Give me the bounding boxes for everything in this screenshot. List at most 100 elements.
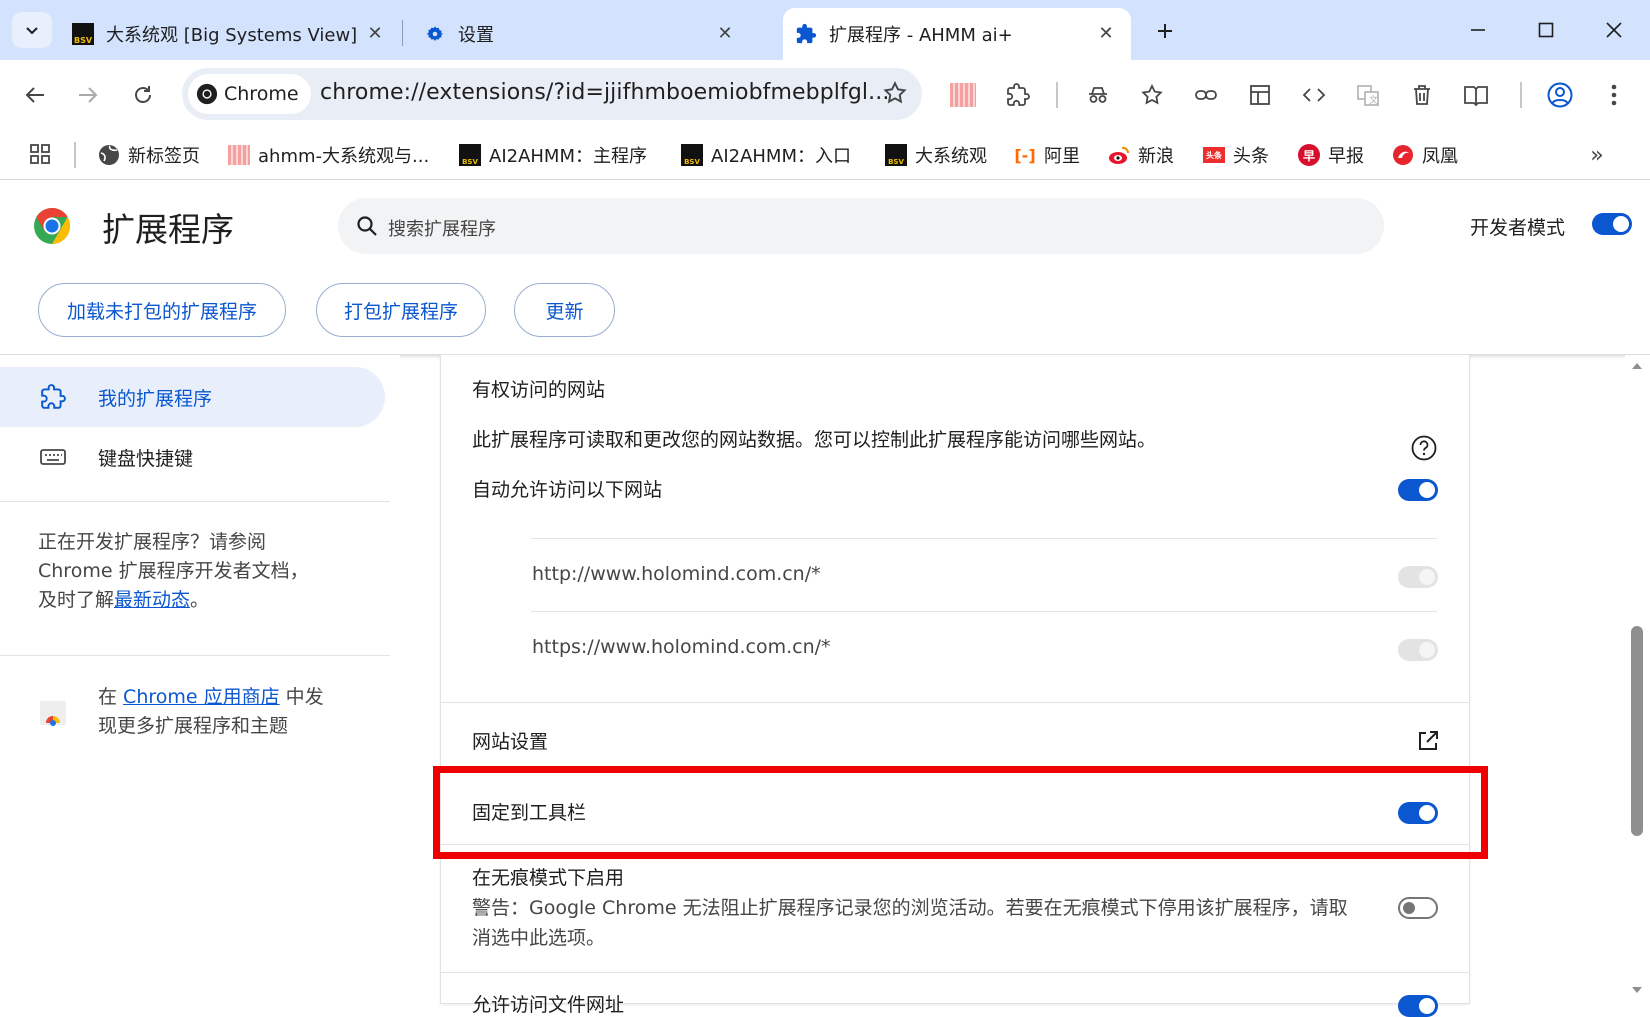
- help-icon[interactable]: [1411, 435, 1437, 461]
- tab-title: 扩展程序 - AHMM ai+: [829, 25, 1013, 46]
- row-divider: [531, 611, 1437, 612]
- ifeng-icon: [1392, 144, 1414, 166]
- minimize-button[interactable]: [1460, 14, 1496, 46]
- pack-extension-button[interactable]: 打包扩展程序: [316, 283, 486, 337]
- forward-button[interactable]: [70, 77, 106, 113]
- plus-icon: [1158, 24, 1172, 38]
- bookmark-ifeng[interactable]: 凤凰: [1392, 140, 1458, 170]
- web-store-prefix: 在: [98, 686, 124, 708]
- bookmark-label: 新标签页: [128, 146, 200, 167]
- site-url: https://www.holomind.com.cn/*: [532, 636, 831, 658]
- tab-extensions[interactable]: 扩展程序 - AHMM ai+ ✕: [783, 8, 1131, 60]
- chrome-site-chip[interactable]: Chrome: [188, 74, 311, 114]
- close-icon[interactable]: ✕: [364, 22, 386, 44]
- bookmark-big-systems[interactable]: BSV 大系统观: [885, 140, 987, 170]
- bookmark-toutiao[interactable]: 头条 头条: [1203, 140, 1269, 170]
- open-in-new-icon[interactable]: [1416, 729, 1440, 753]
- scroll-down-icon[interactable]: [1631, 985, 1643, 995]
- translate-icon: 文: [1357, 85, 1379, 106]
- ahmm-icon: [228, 144, 250, 166]
- row-divider: [531, 538, 1437, 539]
- menu-button[interactable]: [1596, 77, 1632, 113]
- copy-link-button[interactable]: [1188, 77, 1224, 113]
- web-store-icon: [40, 701, 66, 726]
- tab-strip: BSV 大系统观 [Big Systems View] ✕ 设置 ✕ 扩展程序 …: [0, 0, 1650, 60]
- toolbar: Chrome chrome://extensions/?id=jjifhmboe…: [0, 60, 1650, 130]
- update-button[interactable]: 更新: [514, 283, 615, 337]
- minimize-icon: [1471, 29, 1485, 31]
- new-tab-button[interactable]: [1150, 16, 1180, 46]
- bsv-icon: BSV: [885, 144, 907, 166]
- developer-note-prefix: 及时了解: [38, 589, 115, 611]
- site-toggle[interactable]: [1398, 566, 1438, 588]
- maximize-icon: [1538, 22, 1554, 38]
- weibo-icon: [1108, 144, 1130, 166]
- incognito-toggle[interactable]: [1398, 897, 1438, 919]
- close-window-button[interactable]: [1596, 14, 1632, 46]
- apps-button[interactable]: [28, 142, 52, 166]
- tab-title: 设置: [458, 25, 494, 46]
- bookmark-sina[interactable]: 新浪: [1108, 140, 1174, 170]
- site-toggle[interactable]: [1398, 639, 1438, 661]
- ahmm-extension-button[interactable]: [945, 77, 981, 113]
- tab-search-button[interactable]: [12, 12, 52, 48]
- reading-mode-button[interactable]: [1458, 77, 1494, 113]
- code-icon: [1302, 88, 1326, 102]
- bookmark-label: 早报: [1328, 146, 1364, 167]
- puzzle-icon: [1007, 83, 1030, 106]
- trash-icon: [1414, 85, 1430, 105]
- layout-icon: [1250, 85, 1270, 105]
- bookmark-ali[interactable]: [-] 阿里: [1014, 140, 1080, 170]
- apps-grid-icon: [30, 144, 50, 164]
- close-icon[interactable]: ✕: [1095, 22, 1117, 44]
- scroll-thumb[interactable]: [1631, 626, 1643, 836]
- bookmarks-overflow-button[interactable]: »: [1582, 140, 1612, 170]
- favorites-button[interactable]: [1134, 77, 1170, 113]
- scrollbar[interactable]: [1625, 355, 1650, 1003]
- file-urls-toggle[interactable]: [1398, 995, 1438, 1017]
- star-icon: [883, 81, 907, 104]
- close-icon[interactable]: ✕: [714, 22, 736, 44]
- latest-news-link[interactable]: 最新动态: [114, 589, 190, 611]
- scroll-up-icon[interactable]: [1631, 361, 1643, 371]
- maximize-button[interactable]: [1528, 14, 1564, 46]
- incognito-button[interactable]: [1080, 77, 1116, 113]
- auto-allow-toggle[interactable]: [1398, 479, 1438, 501]
- reload-button[interactable]: [125, 77, 161, 113]
- bookmark-ai2ahmm-main[interactable]: BSV AI2AHMM：主程序: [459, 140, 647, 170]
- reload-icon: [135, 86, 151, 103]
- dev-mode-toggle[interactable]: [1592, 213, 1632, 235]
- chrome-logo-icon: [34, 208, 71, 244]
- bookmark-zaobao[interactable]: 早 早报: [1298, 140, 1364, 170]
- delete-button[interactable]: [1404, 77, 1440, 113]
- load-unpacked-button[interactable]: 加载未打包的扩展程序: [38, 283, 286, 337]
- puzzle-icon: [41, 384, 66, 409]
- web-store-link[interactable]: Chrome 应用商店: [123, 686, 280, 708]
- arrow-right-icon: [79, 87, 98, 103]
- bsv-icon: BSV: [681, 144, 703, 166]
- site-access-heading: 有权访问的网站: [472, 379, 606, 401]
- bookmark-new-tab[interactable]: 新标签页: [98, 140, 200, 170]
- url-text[interactable]: chrome://extensions/?id=jjifhmboemiobfme…: [320, 80, 889, 105]
- bookmark-star-button[interactable]: [882, 80, 908, 106]
- aliyun-icon: [-]: [1014, 145, 1036, 165]
- back-button[interactable]: [17, 77, 53, 113]
- tab-settings[interactable]: 设置 ✕: [410, 8, 750, 60]
- developer-note: 正在开发扩展程序？请参阅 Chrome 扩展程序开发者文档， 及时了解最新动态。: [38, 528, 378, 615]
- bookmark-ahmm[interactable]: ahmm-大系统观与...: [228, 140, 429, 170]
- omnibox[interactable]: Chrome chrome://extensions/?id=jjifhmboe…: [182, 68, 922, 120]
- translate-button[interactable]: 文: [1350, 77, 1386, 113]
- auto-allow-label: 自动允许访问以下网站: [472, 479, 663, 501]
- sidebar-item-my-extensions[interactable]: 我的扩展程序: [0, 367, 385, 427]
- profile-button[interactable]: [1542, 77, 1578, 113]
- sidebar-divider: [0, 501, 390, 502]
- sidebar-item-keyboard-shortcuts[interactable]: 键盘快捷键: [0, 427, 385, 487]
- side-panel-button[interactable]: [1242, 77, 1278, 113]
- bookmark-ai2ahmm-entry[interactable]: BSV AI2AHMM：入口: [681, 140, 851, 170]
- search-input[interactable]: 搜索扩展程序: [338, 198, 1384, 254]
- puzzle-icon: [796, 23, 817, 44]
- ahmm-icon: [950, 83, 976, 107]
- tab-big-systems-view[interactable]: BSV 大系统观 [Big Systems View] ✕: [60, 8, 400, 60]
- extensions-menu-button[interactable]: [1000, 77, 1036, 113]
- devtools-button[interactable]: [1296, 77, 1332, 113]
